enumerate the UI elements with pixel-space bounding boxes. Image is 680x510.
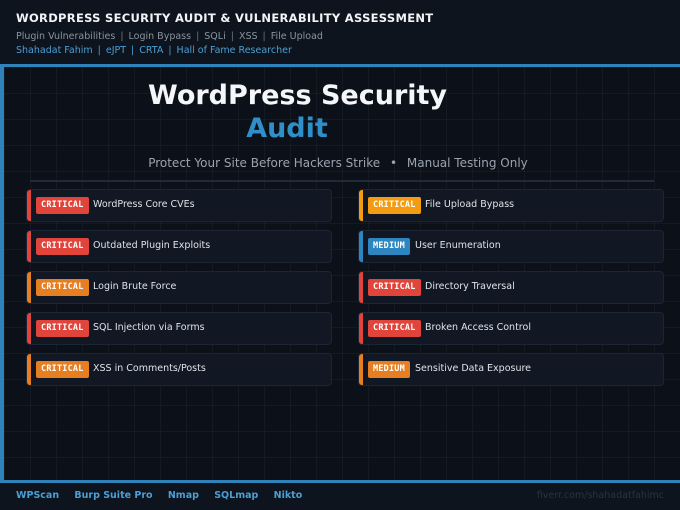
finding-card: CRITICAL Directory Traversal xyxy=(358,271,664,304)
severity-stripe xyxy=(359,354,363,385)
skill-item: File Upload xyxy=(270,31,323,42)
tools-list: WPScan Burp Suite Pro Nmap SQLmap Nikto xyxy=(16,490,314,501)
divider xyxy=(30,180,654,182)
severity-badge: CRITICAL xyxy=(36,320,89,337)
finding-card: CRITICAL Outdated Plugin Exploits xyxy=(26,230,332,263)
credential-item: eJPT xyxy=(105,45,127,56)
severity-badge: CRITICAL xyxy=(368,320,421,337)
separator: | xyxy=(97,45,101,56)
credential-item: Hall of Fame Researcher xyxy=(176,45,292,56)
tool-item: SQLmap xyxy=(214,490,259,501)
finding-label: WordPress Core CVEs xyxy=(93,199,195,210)
finding-label: XSS in Comments/Posts xyxy=(93,363,206,374)
finding-label: Outdated Plugin Exploits xyxy=(93,240,211,251)
hero-title-line2: Audit xyxy=(246,113,328,144)
hero-title-line1: WordPress Security xyxy=(148,80,448,111)
finding-card: CRITICAL File Upload Bypass xyxy=(358,189,664,222)
finding-label: Broken Access Control xyxy=(425,322,531,333)
severity-badge: MEDIUM xyxy=(368,361,410,378)
finding-label: SQL Injection via Forms xyxy=(93,322,205,333)
tagline-right: Manual Testing Only xyxy=(406,156,528,170)
severity-stripe xyxy=(27,272,31,303)
separator: | xyxy=(196,31,200,42)
severity-stripe xyxy=(359,313,363,344)
severity-stripe xyxy=(27,354,31,385)
finding-card: CRITICAL SQL Injection via Forms xyxy=(26,312,332,345)
severity-badge: CRITICAL xyxy=(368,279,421,296)
finding-label: File Upload Bypass xyxy=(425,199,515,210)
skill-item: Plugin Vulnerabilities xyxy=(16,31,116,42)
separator: | xyxy=(230,31,234,42)
severity-badge: CRITICAL xyxy=(36,279,89,296)
severity-badge: CRITICAL xyxy=(36,361,89,378)
tagline-bullet: • xyxy=(389,156,398,170)
separator: | xyxy=(168,45,172,56)
footer: WPScan Burp Suite Pro Nmap SQLmap Nikto … xyxy=(0,483,680,510)
tagline-left: Protect Your Site Before Hackers Strike xyxy=(148,156,381,170)
severity-badge: CRITICAL xyxy=(368,197,421,214)
finding-card: CRITICAL Broken Access Control xyxy=(358,312,664,345)
credentials-line: Shahadat Fahim | eJPT | CRTA | Hall of Fame Re… xyxy=(16,45,292,56)
finding-card: MEDIUM User Enumeration xyxy=(358,230,664,263)
separator: | xyxy=(131,45,135,56)
handle-watermark: fiverr.com/shahadatfahimc xyxy=(536,490,664,501)
severity-stripe xyxy=(359,190,363,221)
credential-item: CRTA xyxy=(139,45,164,56)
credential-item: Shahadat Fahim xyxy=(16,45,93,56)
finding-label: Sensitive Data Exposure xyxy=(415,363,532,374)
tool-item: Burp Suite Pro xyxy=(74,490,153,501)
tool-item: Nmap xyxy=(167,490,199,501)
separator: | xyxy=(120,31,124,42)
finding-label: Directory Traversal xyxy=(425,281,515,292)
severity-badge: MEDIUM xyxy=(368,238,410,255)
severity-stripe xyxy=(359,272,363,303)
severity-stripe xyxy=(359,231,363,262)
separator: | xyxy=(262,31,266,42)
severity-stripe xyxy=(27,313,31,344)
severity-stripe xyxy=(27,231,31,262)
tool-item: WPScan xyxy=(16,490,60,501)
skill-item: Login Bypass xyxy=(128,31,192,42)
skill-item: XSS xyxy=(238,31,258,42)
finding-label: User Enumeration xyxy=(415,240,501,251)
skills-line: Plugin Vulnerabilities | Login Bypass | SQLi… xyxy=(16,31,323,42)
skill-item: SQLi xyxy=(204,31,226,42)
severity-badge: CRITICAL xyxy=(36,197,89,214)
finding-label: Login Brute Force xyxy=(93,281,177,292)
finding-card: CRITICAL Login Brute Force xyxy=(26,271,332,304)
page-title: WORDPRESS SECURITY AUDIT & VULNERABILITY… xyxy=(16,11,434,25)
finding-card: CRITICAL XSS in Comments/Posts xyxy=(26,353,332,386)
finding-card: CRITICAL WordPress Core CVEs xyxy=(26,189,332,222)
tool-item: Nikto xyxy=(273,490,303,501)
header: WORDPRESS SECURITY AUDIT & VULNERABILITY… xyxy=(0,0,680,64)
finding-card: MEDIUM Sensitive Data Exposure xyxy=(358,353,664,386)
tagline: Protect Your Site Before Hackers Strike … xyxy=(0,156,676,170)
severity-stripe xyxy=(27,190,31,221)
severity-badge: CRITICAL xyxy=(36,238,89,255)
